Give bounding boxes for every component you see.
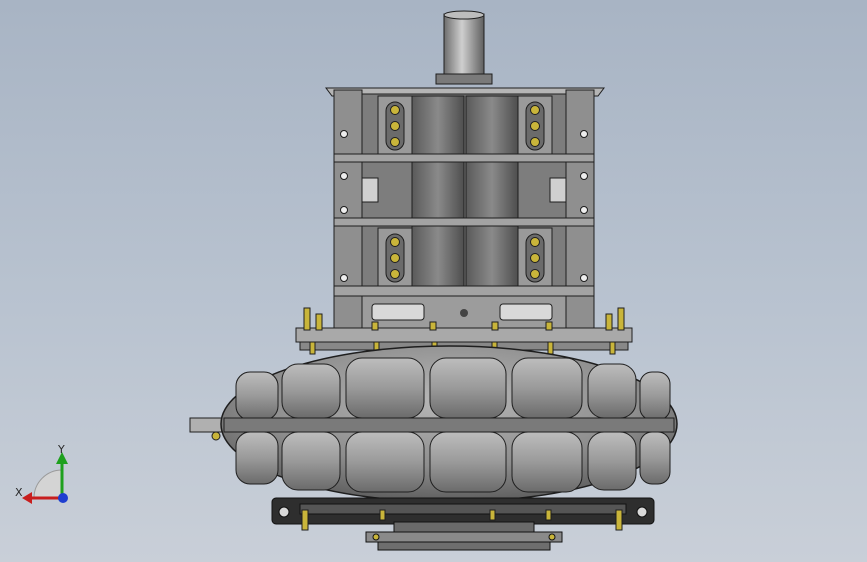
triad-x-label: X [15, 486, 23, 499]
motor-frame[interactable] [325, 87, 605, 341]
pump-housing[interactable] [189, 345, 678, 503]
drive-shaft[interactable] [435, 10, 493, 85]
pump-assembly-model[interactable] [0, 0, 867, 562]
view-orientation-triad[interactable] [22, 452, 68, 504]
graphics-viewport[interactable]: X Y [0, 0, 867, 562]
base-plate[interactable] [271, 497, 655, 551]
z-axis-dot [58, 493, 68, 503]
triad-y-label: Y [58, 443, 65, 456]
